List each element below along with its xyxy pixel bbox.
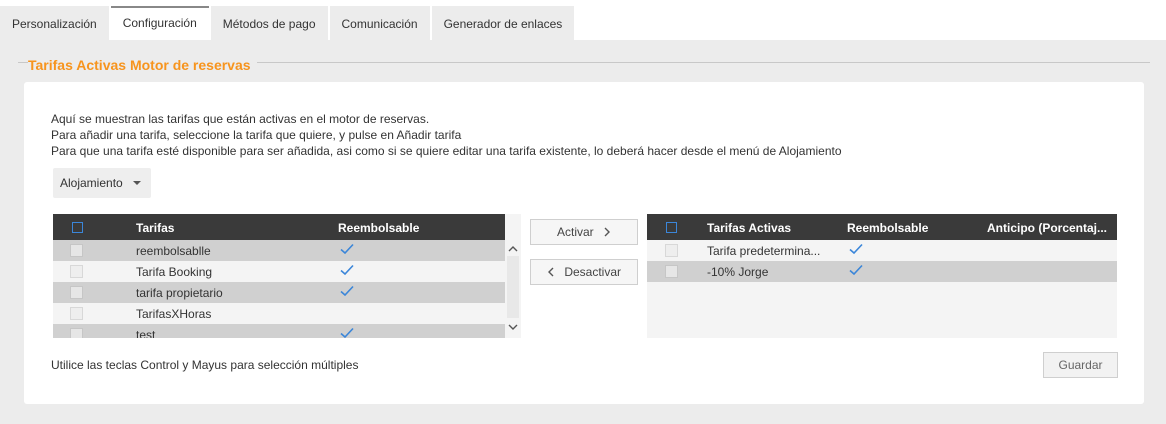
column-header-tarifas[interactable]: Tarifas [136,221,174,235]
rate-name: Tarifa predetermina... [707,244,821,258]
chevron-up-icon[interactable] [508,244,518,254]
check-icon [849,264,863,276]
table-row[interactable]: TarifasXHoras [53,303,521,324]
check-icon [340,243,354,255]
tab-metodos-de-pago[interactable]: Métodos de pago [210,6,328,40]
select-all-checkbox[interactable] [666,222,677,233]
rate-name: reembolsablle [136,244,211,258]
section-title: Tarifas Activas Motor de reservas [28,57,257,73]
tab-personalizacion[interactable]: Personalización [0,6,109,40]
table-row[interactable]: tarifa propietario [53,282,521,303]
rate-name: tarifa propietario [136,286,223,300]
accommodation-dropdown[interactable]: Alojamiento [53,168,151,198]
table-row[interactable]: reembolsablle [53,240,521,261]
check-icon [849,243,863,255]
active-rates-grid: Tarifas Activas Reembolsable Anticipo (P… [647,214,1117,338]
config-panel: Tarifas Activas Motor de reservas Aquí s… [0,40,1166,424]
chevron-right-icon [604,227,611,237]
rates-card: Aquí se muestran las tarifas que están a… [24,82,1144,404]
row-checkbox[interactable] [70,244,83,257]
table-row[interactable]: -10% Jorge [647,261,1117,282]
tab-configuracion[interactable]: Configuración [110,6,209,40]
row-checkbox[interactable] [70,307,83,320]
deactivate-button[interactable]: Desactivar [530,259,638,285]
tab-bar: Personalización Configuración Métodos de… [0,6,576,40]
check-icon [340,285,354,297]
table-row[interactable]: Tarifa Booking [53,261,521,282]
column-header-reembolsable[interactable]: Reembolsable [847,221,928,235]
chevron-down-icon[interactable] [508,322,518,332]
check-icon [340,264,354,276]
row-checkbox[interactable] [665,244,678,257]
rate-name: test [136,328,156,338]
dropdown-value: Alojamiento [60,176,123,190]
description-line: Aquí se muestran las tarifas que están a… [51,112,430,126]
select-all-checkbox[interactable] [72,222,83,233]
save-button[interactable]: Guardar [1043,352,1118,378]
row-checkbox[interactable] [70,328,83,338]
column-header-reembolsable[interactable]: Reembolsable [338,221,419,235]
row-checkbox[interactable] [70,265,83,278]
caret-down-icon [133,181,141,185]
row-checkbox[interactable] [70,286,83,299]
rate-name: Tarifa Booking [136,265,213,279]
grid-header: Tarifas Activas Reembolsable Anticipo (P… [647,214,1117,240]
grid-scrollbar[interactable] [505,214,521,338]
scroll-thumb[interactable] [507,256,519,318]
tab-generador-de-enlaces[interactable]: Generador de enlaces [431,6,575,40]
description-line: Para añadir una tarifa, seleccione la ta… [51,128,462,142]
tab-comunicacion[interactable]: Comunicación [329,6,430,40]
table-row[interactable]: test [53,324,521,338]
available-rates-grid: Tarifas Reembolsable reembolsablle Tarif… [53,214,521,338]
check-icon [340,327,354,338]
rate-name: TarifasXHoras [136,307,212,321]
row-checkbox[interactable] [665,265,678,278]
activate-label: Activar [556,225,594,239]
description: Aquí se muestran las tarifas que están a… [51,111,842,159]
description-line: Para que una tarifa esté disponible para… [51,144,842,158]
activate-button[interactable]: Activar [530,219,638,245]
multi-select-hint: Utilice las teclas Control y Mayus para … [51,358,359,372]
column-header-tarifas-activas[interactable]: Tarifas Activas [707,221,791,235]
grid-header: Tarifas Reembolsable [53,214,521,240]
rate-name: -10% Jorge [707,265,769,279]
column-header-anticipo[interactable]: Anticipo (Porcentaj... [987,221,1107,235]
deactivate-label: Desactivar [564,265,622,279]
table-row[interactable]: Tarifa predetermina... [647,240,1117,261]
chevron-left-icon [547,267,554,277]
